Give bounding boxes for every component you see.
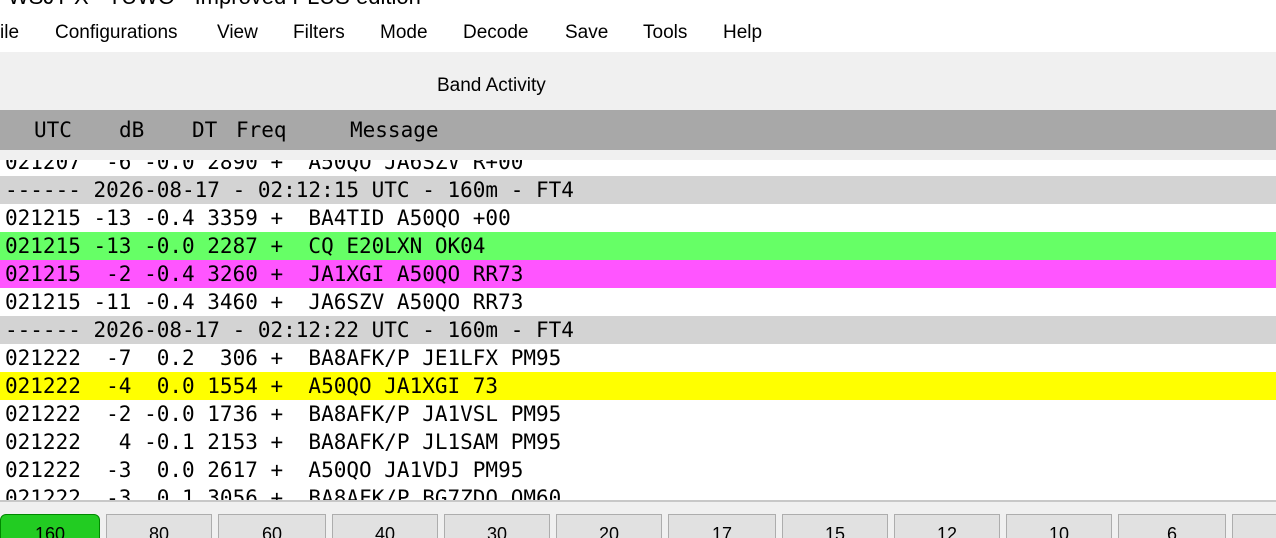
band-button-bar: 160 80 60 40 30 20 17 15 12 10 6: [0, 502, 1276, 538]
band-button-extra[interactable]: [1232, 514, 1276, 538]
menu-file[interactable]: ile: [0, 22, 19, 44]
band-button-17[interactable]: 17: [668, 514, 776, 538]
decode-row[interactable]: 021222 -4 0.0 1554 + A50QO JA1XGI 73: [0, 372, 1276, 400]
band-button-80[interactable]: 80: [106, 514, 212, 538]
band-activity-header: Band Activity: [0, 52, 1276, 110]
band-button-30[interactable]: 30: [444, 514, 550, 538]
band-button-60[interactable]: 60: [218, 514, 326, 538]
band-button-40[interactable]: 40: [332, 514, 438, 538]
window-title: WSJT-X - TUWO - Improved PLUS edition: [8, 0, 421, 10]
menu-tools[interactable]: Tools: [643, 22, 687, 44]
decode-row[interactable]: 021215 -2 -0.4 3260 + JA1XGI A50QO RR73: [0, 260, 1276, 288]
window-title-bar: WSJT-X - TUWO - Improved PLUS edition: [0, 0, 1276, 12]
decode-row[interactable]: 021222 -3 0.1 3056 + BA8AFK/P BG7ZDQ OM6…: [0, 484, 1276, 500]
menu-configurations[interactable]: Configurations: [55, 22, 178, 44]
decode-log[interactable]: 021207 -6 -0.0 2890 + A50QO JA6SZV R+00-…: [0, 160, 1276, 500]
band-button-20[interactable]: 20: [556, 514, 662, 538]
decode-log-content: 021207 -6 -0.0 2890 + A50QO JA6SZV R+00-…: [0, 160, 1276, 500]
menu-filters[interactable]: Filters: [293, 22, 345, 44]
decode-row[interactable]: 021215 -13 -0.4 3359 + BA4TID A50QO +00: [0, 204, 1276, 232]
menu-view[interactable]: View: [217, 22, 258, 44]
menu-help[interactable]: Help: [723, 22, 762, 44]
period-separator-row[interactable]: ------ 2026-08-17 - 02:12:15 UTC - 160m …: [0, 176, 1276, 204]
decode-row[interactable]: 021222 -3 0.0 2617 + A50QO JA1VDJ PM95: [0, 456, 1276, 484]
menu-mode[interactable]: Mode: [380, 22, 428, 44]
band-button-15[interactable]: 15: [782, 514, 888, 538]
decode-row[interactable]: 021215 -13 -0.0 2287 + CQ E20LXN OK04: [0, 232, 1276, 260]
column-message: Message: [350, 118, 439, 142]
band-button-12[interactable]: 12: [894, 514, 1000, 538]
decode-row[interactable]: 021222 -2 -0.0 1736 + BA8AFK/P JA1VSL PM…: [0, 400, 1276, 428]
column-db: dB: [119, 118, 145, 142]
header-gap: [0, 150, 1276, 160]
decode-row[interactable]: 021207 -6 -0.0 2890 + A50QO JA6SZV R+00: [0, 160, 1276, 176]
menu-save[interactable]: Save: [565, 22, 608, 44]
decode-row[interactable]: 021222 -7 0.2 306 + BA8AFK/P JE1LFX PM95: [0, 344, 1276, 372]
menu-bar: ile Configurations View Filters Mode Dec…: [0, 16, 1276, 52]
column-dt: DT: [192, 118, 218, 142]
menu-decode[interactable]: Decode: [463, 22, 529, 44]
column-utc: UTC: [34, 118, 72, 142]
decode-row[interactable]: 021222 4 -0.1 2153 + BA8AFK/P JL1SAM PM9…: [0, 428, 1276, 456]
band-button-160[interactable]: 160: [0, 514, 100, 538]
panel-title: Band Activity: [437, 75, 546, 96]
band-button-6[interactable]: 6: [1118, 514, 1226, 538]
column-header: UTC dB DT Freq Message: [0, 110, 1276, 150]
decode-row[interactable]: 021215 -11 -0.4 3460 + JA6SZV A50QO RR73: [0, 288, 1276, 316]
period-separator-row[interactable]: ------ 2026-08-17 - 02:12:22 UTC - 160m …: [0, 316, 1276, 344]
band-button-10[interactable]: 10: [1006, 514, 1112, 538]
column-freq: Freq: [236, 118, 287, 142]
